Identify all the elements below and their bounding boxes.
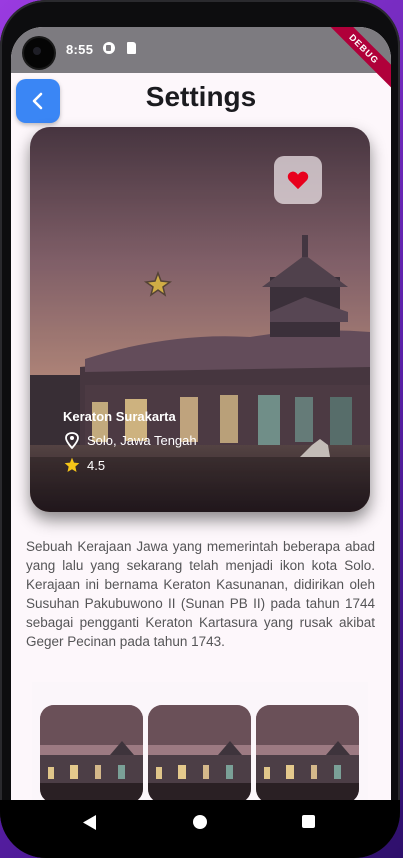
nav-back-icon[interactable]: [83, 815, 97, 830]
place-location: Solo, Jawa Tengah: [87, 433, 197, 448]
favorite-button[interactable]: [274, 156, 322, 204]
status-time: 8:55: [66, 42, 94, 57]
place-name: Keraton Surakarta: [63, 409, 176, 424]
sync-icon: [103, 42, 115, 54]
nav-recent-icon[interactable]: [302, 815, 315, 828]
gallery-thumbnail[interactable]: [40, 705, 143, 800]
device-frame: 8:55 DEBUG Settings Keraton Surakarta So…: [0, 0, 400, 858]
app-screen: 8:55 DEBUG Settings Keraton Surakarta So…: [11, 27, 391, 800]
place-rating: 4.5: [87, 458, 106, 473]
camera-cutout: [24, 38, 54, 68]
gallery-thumbnail[interactable]: [256, 705, 359, 800]
system-nav-bar: [0, 800, 400, 858]
nav-home-icon[interactable]: [193, 815, 207, 829]
star-icon: [64, 457, 80, 472]
location-pin-icon: [65, 432, 79, 449]
sim-card-icon: [127, 42, 136, 54]
heart-icon: [287, 171, 309, 190]
hero-card[interactable]: Keraton Surakarta Solo, Jawa Tengah 4.5: [30, 127, 370, 512]
place-description: Sebuah Kerajaan Jawa yang memerintah beb…: [26, 539, 375, 649]
page-title: Settings: [145, 81, 257, 112]
status-bar: 8:55 DEBUG: [11, 27, 391, 94]
photo-gallery: [32, 682, 368, 800]
gallery-thumbnail[interactable]: [148, 705, 251, 800]
